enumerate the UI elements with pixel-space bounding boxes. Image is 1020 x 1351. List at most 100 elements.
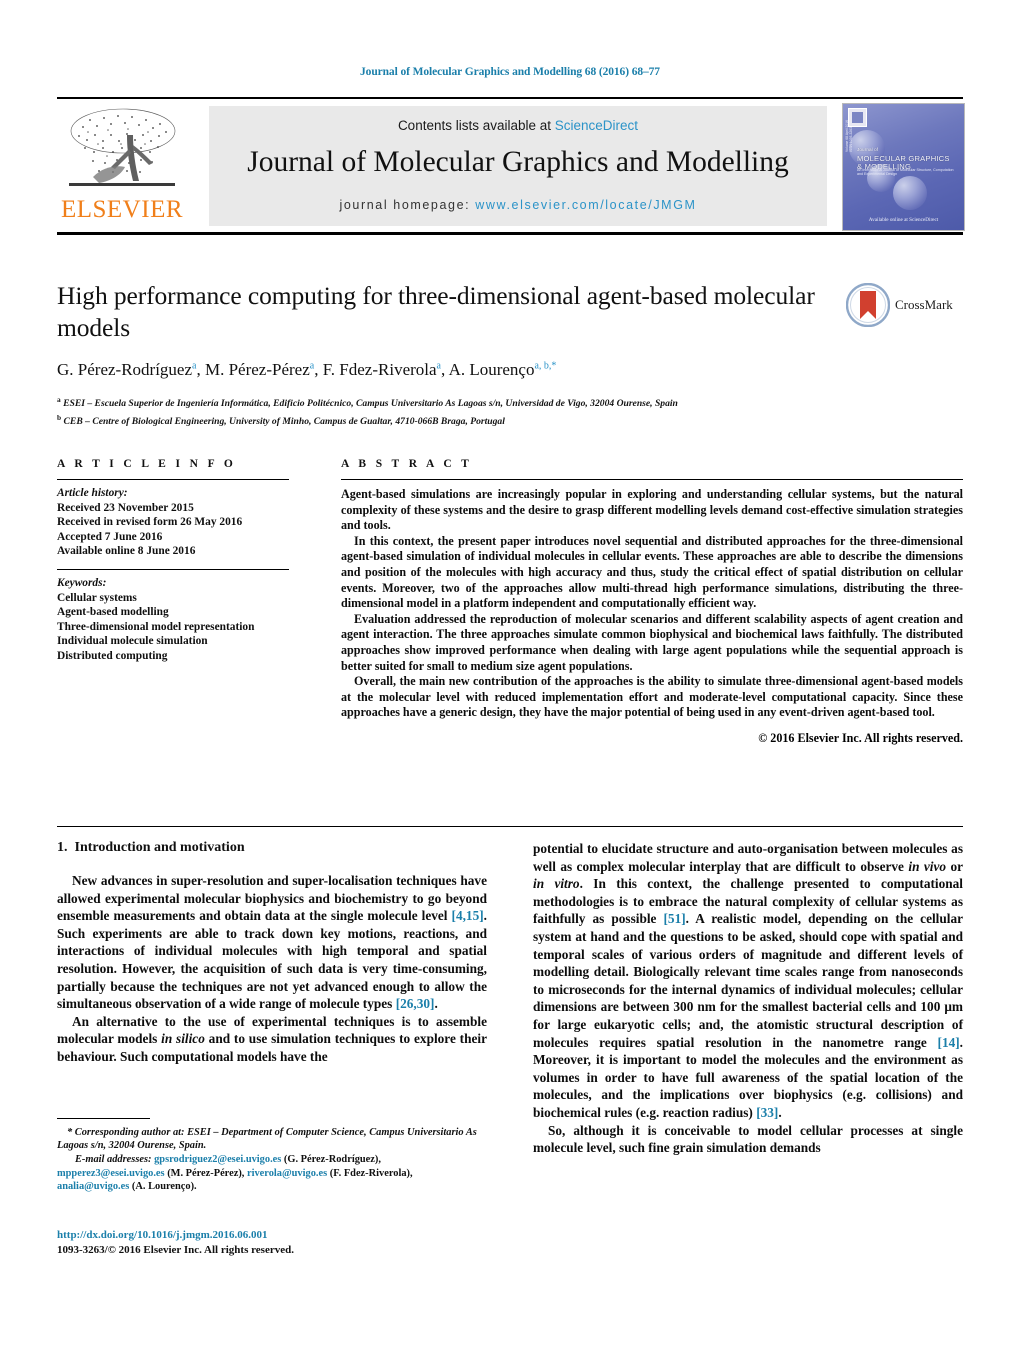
keyword-item: Individual molecule simulation [57, 635, 208, 648]
email-addresses-note: E-mail addresses: gpsrodriguez2@esei.uvi… [57, 1153, 487, 1193]
author-name: M. Pérez-Pérez [204, 360, 310, 379]
keyword-item: Cellular systems [57, 591, 137, 604]
citation-link[interactable]: [26,30] [396, 996, 435, 1011]
body-column-left: 1. Introduction and motivation New advan… [57, 840, 487, 1066]
section-heading: 1. Introduction and motivation [57, 840, 487, 856]
title-block: High performance computing for three-dim… [57, 280, 817, 428]
abstract-paragraph: Overall, the main new contribution of th… [341, 674, 963, 720]
author-affiliation-marker: a [309, 360, 315, 372]
email-author-name: (G. Pérez-Rodríguez), [281, 1154, 381, 1166]
citation-link[interactable]: [14] [938, 1035, 960, 1050]
elsevier-wordmark: ELSEVIER [60, 196, 184, 223]
author-name: A. Lourenço [448, 360, 535, 379]
body-paragraph: potential to elucidate structure and aut… [533, 841, 964, 1120]
homepage-url[interactable]: www.elsevier.com/locate/JMGM [475, 198, 696, 212]
abstract-body: Agent-based simulations are increasingly… [341, 480, 963, 721]
journal-masthead: ELSEVIER Contents lists available at Sci… [57, 97, 965, 235]
body-paragraph: So, although it is conceivable to model … [533, 1122, 963, 1156]
abstract-heading: A B S T R A C T [341, 458, 473, 470]
page-title: High performance computing for three-dim… [57, 281, 815, 342]
journal-title: Journal of Molecular Graphics and Modell… [247, 146, 789, 178]
journal-cover-thumbnail: Volume 68 April 2016 ISSN 1093-3263 Jour… [842, 103, 965, 231]
citation-link[interactable]: [51] [664, 911, 686, 926]
crossmark-icon [846, 283, 890, 327]
section-divider [57, 826, 963, 827]
body-paragraph: New advances in super-resolution and sup… [57, 873, 487, 1012]
keywords-label: Keywords: [57, 576, 107, 589]
masthead-bottom-rule [57, 232, 963, 235]
article-info-heading: A R T I C L E I N F O [57, 458, 237, 470]
author-affiliation-marker: a [192, 360, 197, 372]
body-text-left: New advances in super-resolution and sup… [57, 872, 487, 1066]
article-history-item: Available online 8 June 2016 [57, 545, 196, 558]
affiliation-item: b CEB – Centre of Biological Engineering… [57, 412, 505, 427]
emphasis-text: in vitro [533, 876, 580, 892]
body-column-right: potential to elucidate structure and aut… [533, 840, 963, 1157]
publication-footer: http://dx.doi.org/10.1016/j.jmgm.2016.06… [57, 1228, 487, 1257]
author-list: G. Pérez-Rodrígueza, M. Pérez-Péreza, F.… [57, 360, 557, 379]
abstract-copyright: © 2016 Elsevier Inc. All rights reserved… [758, 730, 963, 745]
author-name: G. Pérez-Rodríguez [57, 360, 193, 379]
body-text-right: potential to elucidate structure and aut… [533, 840, 963, 1157]
keyword-item: Agent-based modelling [57, 606, 169, 619]
section-title: Introduction and motivation [74, 840, 245, 855]
body-paragraph: An alternative to the use of experimenta… [57, 1013, 487, 1064]
cover-sphere-3 [893, 176, 927, 210]
citation-link[interactable]: [4,15] [452, 908, 484, 923]
masthead-panel: Contents lists available at ScienceDirec… [209, 106, 827, 226]
cover-subtitle: An International Journal of Molecular St… [857, 168, 954, 177]
keyword-item: Distributed computing [57, 649, 168, 662]
corresponding-author-note: * Corresponding author at: ESEI – Depart… [57, 1127, 477, 1152]
footnote-block: * Corresponding author at: ESEI – Depart… [57, 1126, 487, 1193]
paper-page: Journal of Molecular Graphics and Modell… [0, 0, 1020, 1351]
email-link[interactable]: gpsrodriguez2@esei.uvigo.es [154, 1154, 281, 1165]
doi-link[interactable]: http://dx.doi.org/10.1016/j.jmgm.2016.06… [57, 1228, 487, 1243]
email-link[interactable]: mpperez3@esei.uvigo.es [57, 1168, 165, 1179]
section-number: 1. [57, 840, 68, 855]
running-head: Journal of Molecular Graphics and Modell… [360, 66, 660, 78]
abstract-paragraph: In this context, the present paper intro… [341, 533, 963, 611]
article-history-item: Received 23 November 2015 [57, 501, 194, 514]
footnote-rule [57, 1118, 150, 1119]
sciencedirect-link[interactable]: ScienceDirect [555, 118, 638, 133]
author-affiliation-marker: a, b,* [534, 360, 557, 372]
abstract-paragraph: Evaluation addressed the reproduction of… [341, 611, 963, 673]
affiliation-item: a ESEI – Escuela Superior de Ingeniería … [57, 395, 678, 410]
email-link[interactable]: riverola@uvigo.es [247, 1168, 327, 1179]
article-history-item: Accepted 7 June 2016 [57, 530, 163, 543]
article-history-label: Article history: [57, 487, 128, 499]
email-author-name: (F. Fdez-Riverola), [327, 1167, 413, 1179]
email-author-name: (M. Pérez-Pérez), [164, 1167, 247, 1179]
article-info-section: A R T I C L E I N F O Article history: R… [57, 458, 289, 664]
crossmark-badge[interactable]: CrossMark [846, 283, 958, 331]
masthead-top-rule [57, 97, 963, 99]
email-link[interactable]: analia@uvigo.es [57, 1181, 129, 1192]
keyword-item: Three-dimensional model representation [57, 620, 255, 633]
affiliation-marker: b [57, 412, 62, 422]
cover-footer: Available online at ScienceDirect [868, 217, 939, 223]
journal-homepage-line: journal homepage: www.elsevier.com/locat… [209, 198, 827, 212]
emphasis-text: in silico [161, 1031, 205, 1047]
crossmark-label: CrossMark [895, 297, 953, 312]
elsevier-logo: ELSEVIER [57, 105, 187, 227]
cover-side-text: Volume 68 April 2016 ISSN 1093-3263 [845, 119, 853, 152]
affiliation-marker: a [57, 395, 61, 404]
abstract-section: A B S T R A C T Agent-based simulations … [341, 458, 963, 746]
elsevier-tree-icon [69, 108, 176, 186]
email-author-name: (A. Lourenço). [129, 1180, 197, 1192]
issn-copyright-line: 1093-3263/© 2016 Elsevier Inc. All right… [57, 1243, 294, 1256]
affiliation-list: a ESEI – Escuela Superior de Ingeniería … [57, 393, 817, 428]
article-history-items: Received 23 November 2015 Received in rev… [57, 502, 242, 558]
abstract-paragraph: Agent-based simulations are increasingly… [341, 487, 963, 533]
article-history-item: Received in revised form 26 May 2016 [57, 516, 243, 529]
contents-label: Contents lists available at [397, 118, 555, 133]
keyword-items: Cellular systems Agent-based modelling Thr… [57, 592, 254, 662]
homepage-label: journal homepage: [339, 198, 476, 212]
article-history-block: Article history: Received 23 November 20… [57, 480, 289, 559]
contents-line: Contents lists available at ScienceDirec… [209, 118, 827, 133]
keywords-block: Keywords: Cellular systems Agent-based mo… [57, 570, 289, 664]
emphasis-text: in vivo [908, 858, 947, 874]
author-affiliation-marker: a [436, 360, 441, 372]
email-addresses-label: E-mail addresses: [75, 1154, 155, 1166]
citation-link[interactable]: [33] [756, 1105, 778, 1120]
